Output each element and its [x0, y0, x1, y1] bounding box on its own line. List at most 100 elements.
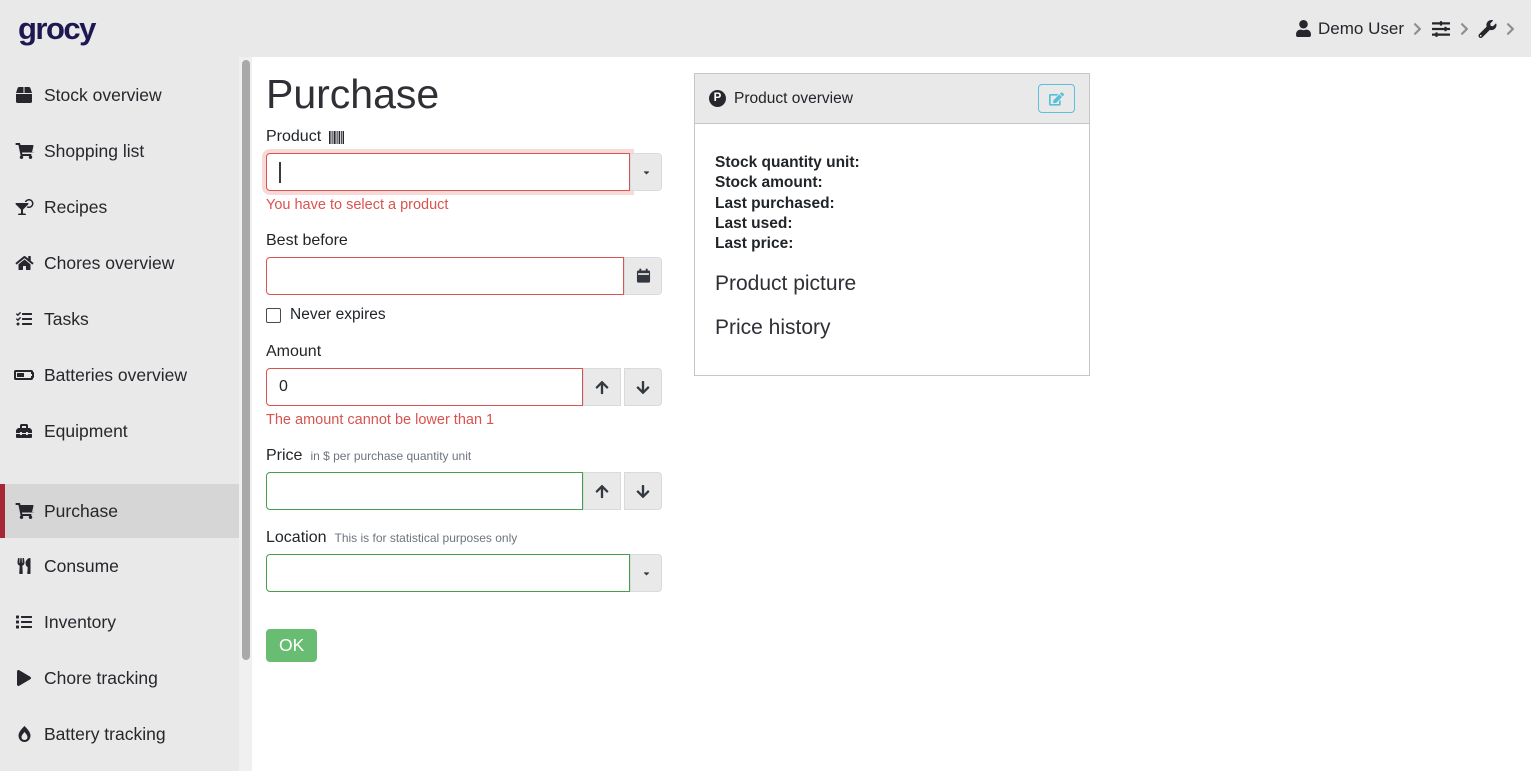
sidebar-item-purchase[interactable]: Purchase [0, 484, 252, 538]
sidebar-item-stock-overview[interactable]: Stock overview [0, 67, 252, 123]
sidebar-item-equipment[interactable]: Equipment [0, 403, 252, 459]
sidebar-item-chores-overview[interactable]: Chores overview [0, 235, 252, 291]
battery-icon [14, 367, 34, 383]
location-dropdown-button[interactable] [630, 554, 662, 592]
sidebar-item-label: Stock overview [44, 85, 162, 106]
list-icon [14, 614, 34, 630]
sidebar-item-label: Batteries overview [44, 365, 187, 386]
user-name: Demo User [1318, 19, 1404, 39]
chevron-right-icon [1506, 22, 1515, 36]
calendar-icon [636, 268, 651, 284]
sidebar: Stock overview Shopping list Recipes Cho… [0, 57, 252, 771]
best-before-input[interactable] [266, 257, 624, 295]
box-icon [14, 87, 34, 103]
location-label: Location This is for statistical purpose… [266, 529, 662, 547]
top-bar-right: Demo User [1296, 19, 1515, 39]
price-label: Price in $ per purchase quantity unit [266, 447, 662, 465]
wrench-icon [1478, 20, 1497, 38]
last-price-label: Last price: [715, 234, 1069, 254]
product-input[interactable] [266, 153, 630, 191]
price-note: in $ per purchase quantity unit [310, 449, 471, 463]
page-title: Purchase [266, 71, 662, 118]
tasks-icon [14, 311, 34, 327]
ok-button[interactable]: OK [266, 629, 317, 662]
never-expires-checkbox[interactable] [266, 308, 281, 323]
user-menu[interactable]: Demo User [1296, 19, 1404, 39]
price-input[interactable] [266, 472, 583, 510]
main-content: Purchase Product You have [252, 57, 1531, 771]
sidebar-item-inventory[interactable]: Inventory [0, 594, 252, 650]
product-overview-body: Stock quantity unit: Stock amount: Last … [695, 124, 1089, 375]
sidebar-item-recipes[interactable]: Recipes [0, 179, 252, 235]
home-icon [14, 255, 34, 271]
sidebar-item-label: Chores overview [44, 253, 174, 274]
toolbox-icon [14, 423, 34, 439]
sidebar-item-label: Chore tracking [44, 668, 158, 689]
sidebar-item-battery-tracking[interactable]: Battery tracking [0, 706, 252, 762]
sliders-icon [1431, 20, 1451, 38]
cart-icon [14, 143, 34, 159]
stock-quantity-unit-label: Stock quantity unit: [715, 153, 1069, 173]
sidebar-group-divider [0, 459, 252, 484]
product-group: Product You have to select a product [266, 128, 662, 213]
never-expires-label: Never expires [290, 306, 386, 324]
amount-increment-button[interactable] [583, 368, 621, 406]
sidebar-item-label: Inventory [44, 612, 116, 633]
text-cursor [279, 162, 281, 183]
play-icon [14, 670, 34, 686]
product-error: You have to select a product [266, 197, 662, 213]
price-history-heading: Price history [715, 315, 1069, 341]
app-logo[interactable]: grocy [18, 13, 95, 44]
product-overview-card: P Product overview Stock quantity unit: … [694, 73, 1090, 376]
never-expires-row: Never expires [266, 306, 662, 324]
sidebar-item-label: Recipes [44, 197, 107, 218]
card-title: Product overview [734, 90, 853, 108]
best-before-group: Best before Never expires [266, 232, 662, 324]
chevron-right-icon [1460, 22, 1469, 36]
sidebar-item-label: Purchase [44, 501, 118, 522]
amount-decrement-button[interactable] [624, 368, 662, 406]
droplet-icon [14, 726, 34, 742]
last-used-label: Last used: [715, 214, 1069, 234]
amount-group: Amount 0 The amount cannot be lower tha [266, 343, 662, 428]
location-input[interactable] [266, 554, 630, 592]
purchase-form: Purchase Product You have [266, 71, 662, 771]
sidebar-item-batteries-overview[interactable]: Batteries overview [0, 347, 252, 403]
chevron-right-icon [1413, 22, 1422, 36]
stock-amount-label: Stock amount: [715, 173, 1069, 193]
top-bar: grocy Demo User [0, 0, 1531, 57]
sidebar-item-label: Consume [44, 556, 119, 577]
product-overview-header: P Product overview [695, 74, 1089, 124]
sidebar-item-tasks[interactable]: Tasks [0, 291, 252, 347]
cart-icon [14, 503, 34, 519]
price-group: Price in $ per purchase quantity unit [266, 447, 662, 510]
price-decrement-button[interactable] [624, 472, 662, 510]
cocktail-icon [14, 199, 34, 215]
best-before-label: Best before [266, 232, 662, 250]
caret-down-icon [642, 569, 651, 578]
amount-label: Amount [266, 343, 662, 361]
edit-icon [1049, 92, 1064, 106]
calendar-button[interactable] [624, 257, 662, 295]
sidebar-item-chore-tracking[interactable]: Chore tracking [0, 650, 252, 706]
settings-sliders-button[interactable] [1431, 20, 1451, 38]
sidebar-item-shopping-list[interactable]: Shopping list [0, 123, 252, 179]
sidebar-item-consume[interactable]: Consume [0, 538, 252, 594]
price-increment-button[interactable] [583, 472, 621, 510]
barcode-icon [329, 131, 344, 144]
sidebar-item-label: Tasks [44, 309, 89, 330]
product-dropdown-button[interactable] [630, 153, 662, 191]
amount-input[interactable]: 0 [266, 368, 583, 406]
sidebar-scrollbar-thumb[interactable] [242, 60, 250, 660]
arrow-down-icon [636, 380, 650, 395]
user-icon [1296, 20, 1311, 37]
admin-wrench-button[interactable] [1478, 20, 1497, 38]
product-picture-heading: Product picture [715, 271, 1069, 297]
arrow-up-icon [595, 484, 609, 499]
caret-down-icon [642, 168, 651, 177]
arrow-up-icon [595, 380, 609, 395]
amount-error: The amount cannot be lower than 1 [266, 412, 662, 428]
product-label: Product [266, 128, 662, 146]
edit-product-button[interactable] [1038, 84, 1075, 113]
utensils-icon [14, 558, 34, 574]
